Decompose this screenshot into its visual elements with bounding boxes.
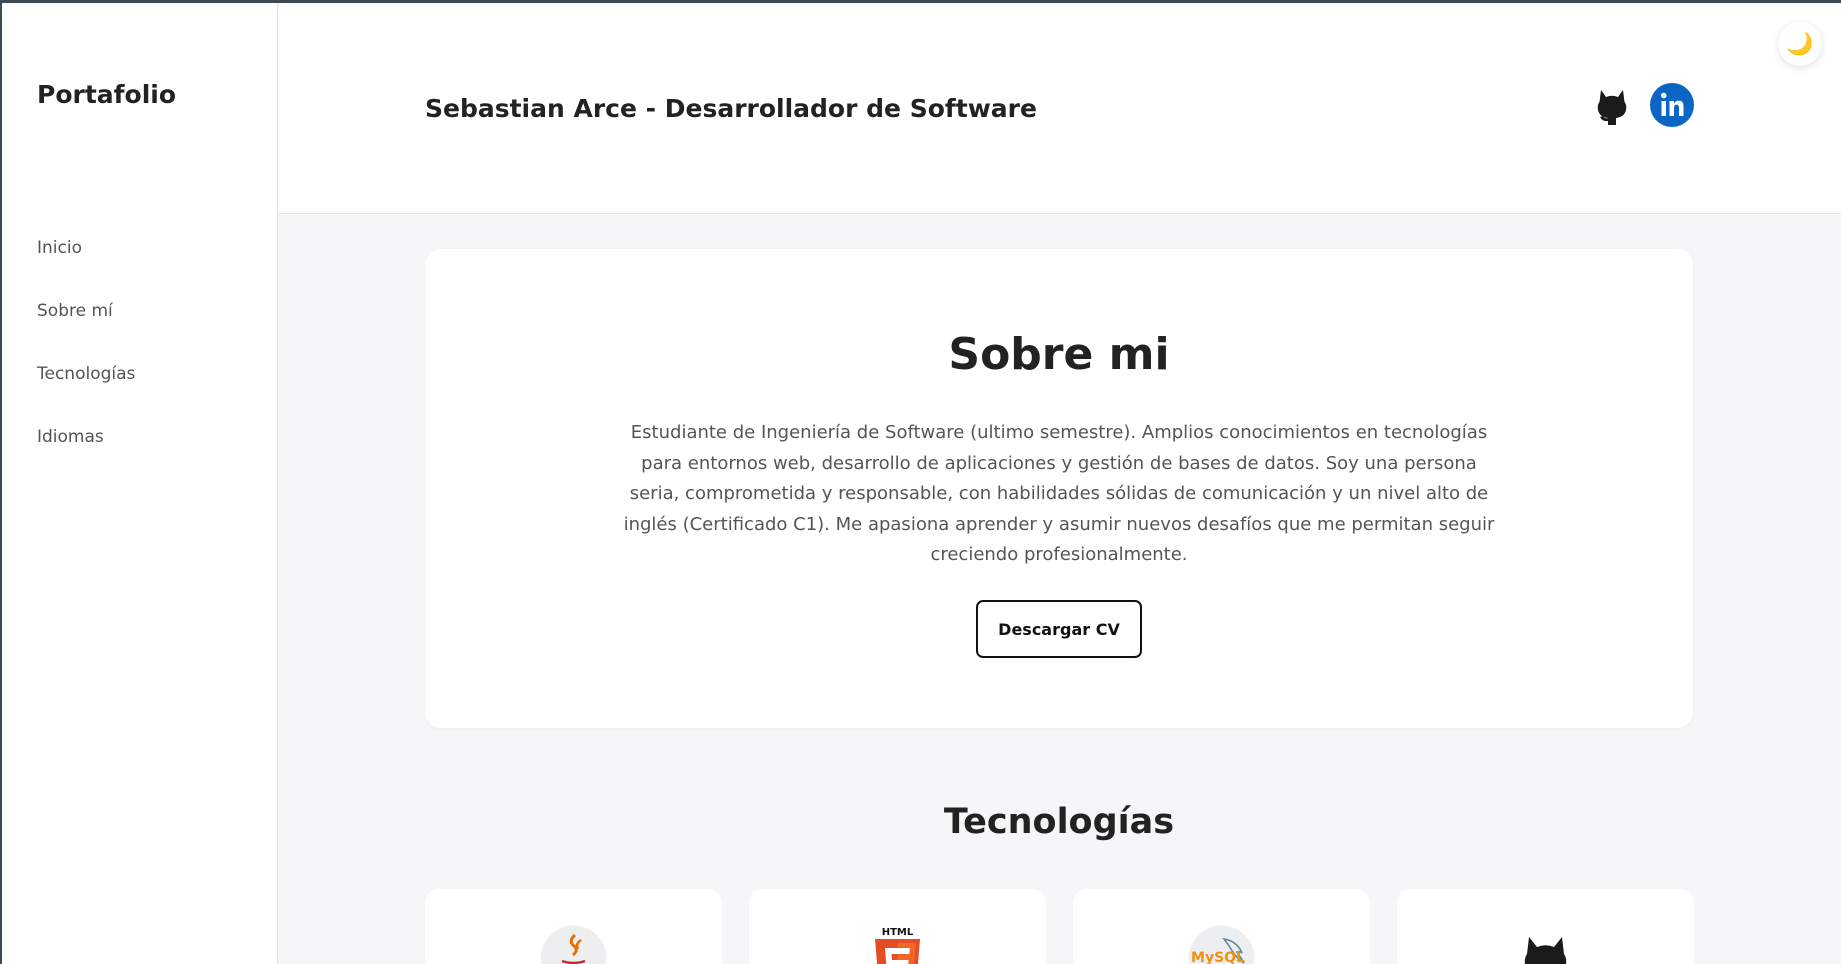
tech-card-html: HTML <box>749 889 1046 964</box>
tech-card-github <box>1397 889 1694 964</box>
moon-icon: 🌙 <box>1786 31 1814 57</box>
sidebar-item-idiomas[interactable]: Idiomas <box>37 427 104 447</box>
about-description: Estudiante de Ingeniería de Software (ul… <box>623 422 1495 565</box>
sidebar-item-inicio[interactable]: Inicio <box>37 238 82 258</box>
sidebar-item-tecnologias[interactable]: Tecnologías <box>37 364 135 384</box>
linkedin-icon <box>1650 83 1694 127</box>
sidebar-item-sobre-mi[interactable]: Sobre mí <box>37 301 113 321</box>
download-cv-button[interactable]: Descargar CV <box>976 600 1142 658</box>
page-title: Sebastian Arce - Desarrollador de Softwa… <box>425 94 1037 123</box>
mysql-label: MySQL <box>1191 950 1245 964</box>
html-label: HTML <box>882 927 914 938</box>
top-header: Sebastian Arce - Desarrollador de Softwa… <box>279 3 1841 214</box>
about-card: Sobre mi Estudiante de Ingeniería de Sof… <box>425 249 1693 728</box>
java-icon <box>540 925 607 964</box>
github-icon <box>1524 937 1567 964</box>
html5-icon: HTML <box>875 927 920 964</box>
technologies-title: Tecnologías <box>943 802 1175 842</box>
linkedin-link[interactable] <box>1649 82 1695 128</box>
github-icon <box>1597 90 1627 125</box>
tech-card-java <box>425 889 722 964</box>
about-title: Sobre mi <box>948 329 1170 380</box>
brand-title[interactable]: Portafolio <box>37 80 176 109</box>
sidebar: Portafolio Inicio Sobre mí Tecnologías I… <box>2 3 278 964</box>
tech-card-mysql: MySQL <box>1073 889 1370 964</box>
mysql-icon: MySQL <box>1188 925 1255 964</box>
theme-toggle-button[interactable]: 🌙 <box>1778 22 1822 66</box>
github-link[interactable] <box>1589 82 1635 128</box>
